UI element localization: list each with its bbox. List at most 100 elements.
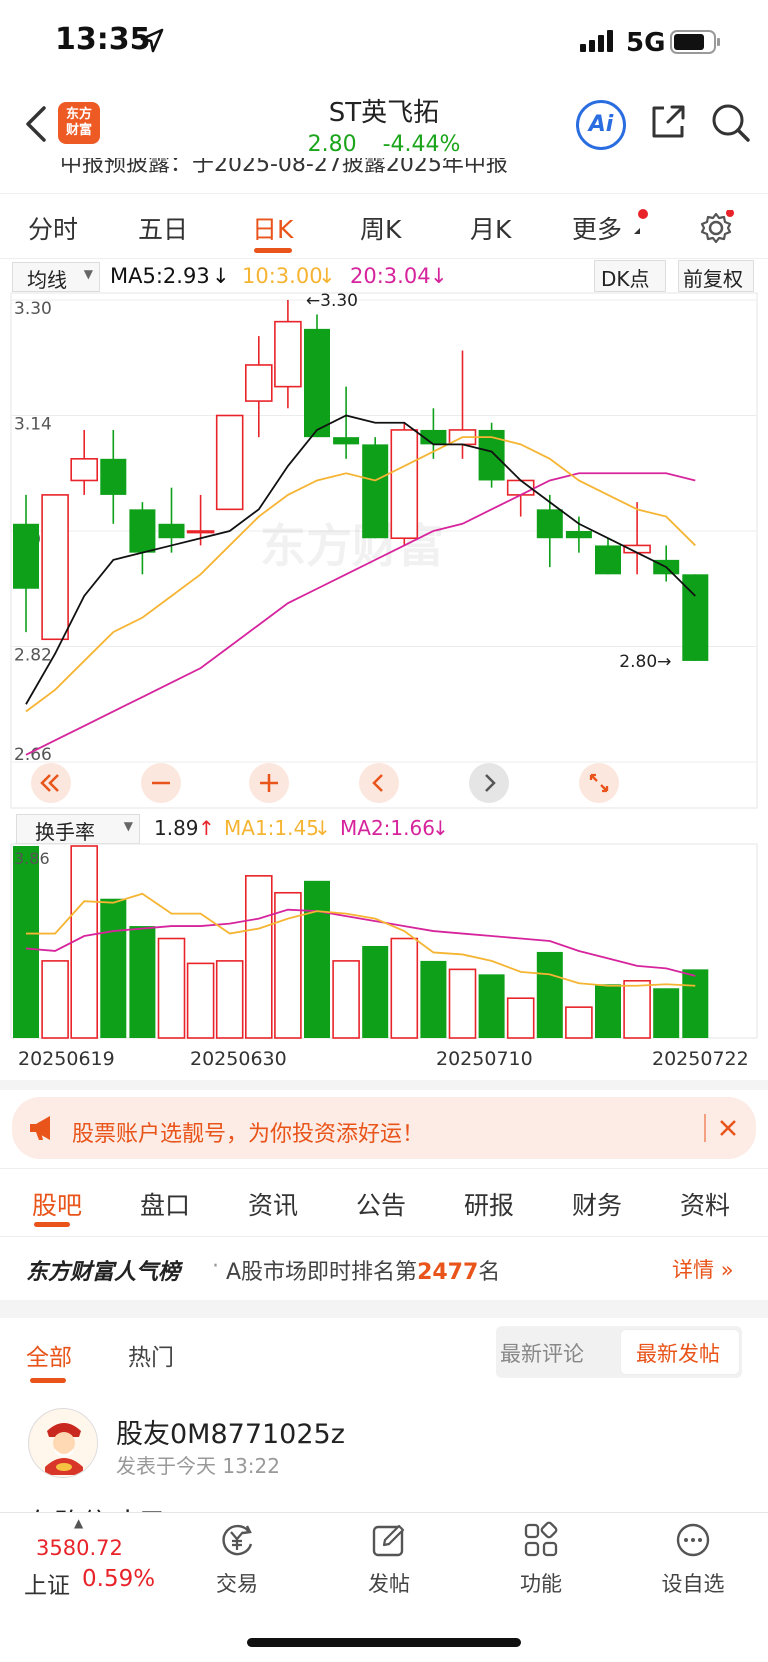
turnover-bar [682, 969, 709, 1038]
sort-latest-post[interactable]: 最新发帖 [636, 1338, 720, 1368]
candle-body [158, 523, 185, 539]
index-name[interactable]: 上证 [24, 1566, 70, 1600]
index-expand-icon[interactable]: ▲ [74, 1516, 83, 1530]
chart-next-icon[interactable] [468, 762, 510, 804]
rank-detail-link[interactable]: 详情 » [672, 1254, 734, 1284]
kline-chart[interactable]: 3.303.142.982.822.66东方财富←3.302.80→ [0, 292, 768, 812]
candle-body [536, 509, 563, 539]
tab-announcement[interactable]: 公告 [356, 1186, 406, 1222]
chart-prev-icon[interactable] [358, 762, 400, 804]
network-type: 5G [626, 28, 666, 58]
tab-guba[interactable]: 股吧 [32, 1186, 82, 1222]
turnover-ma1: MA1:1.45 [224, 816, 319, 840]
turnover-bar [13, 846, 39, 1038]
tab-news[interactable]: 资讯 [248, 1186, 298, 1222]
share-icon[interactable] [648, 102, 688, 142]
turnover-selector[interactable]: 换手率 ▼ [16, 814, 140, 844]
index-value[interactable]: 3580.72 [36, 1536, 123, 1560]
tab-weekly-k[interactable]: 周K [360, 210, 401, 246]
ma-selector[interactable]: 均线 ▼ [12, 262, 100, 292]
rank-suffix: 名 [478, 1260, 501, 1285]
tab-fenshi[interactable]: 分时 [28, 210, 78, 246]
ma10-down-arrow-icon: ↓ [318, 264, 336, 288]
turnover-ma1-line [26, 892, 696, 987]
stock-change: -4.44% [382, 132, 461, 157]
dk-point-button[interactable]: DK点 [594, 260, 666, 292]
tab-all-posts[interactable]: 全部 [26, 1338, 72, 1372]
nav-trade[interactable]: 交易 [192, 1520, 282, 1598]
grid-icon [524, 1521, 558, 1557]
y-tick-label: 2.82 [14, 646, 52, 666]
compose-icon [372, 1524, 405, 1557]
rank-detail-label: 详情 [672, 1258, 714, 1282]
ma5-down-arrow-icon: ↓ [212, 264, 230, 288]
turnover-bar [70, 845, 98, 1039]
notice-strip[interactable]: 中报预披露：于2025-08-27披露2025年中报 [0, 158, 768, 194]
turnover-bar [420, 960, 447, 1038]
candle-body [362, 444, 389, 539]
tab-profile[interactable]: 资料 [680, 1186, 730, 1222]
turnover-bar [623, 979, 651, 1039]
date-label: 20250619 [18, 1048, 115, 1070]
tab-pankou[interactable]: 盘口 [140, 1186, 190, 1222]
nav-functions-label: 功能 [520, 1572, 562, 1596]
divider [0, 258, 768, 259]
divider [0, 1080, 768, 1090]
turnover-bar [595, 984, 621, 1038]
turnover-chart[interactable]: 3.86 [0, 842, 768, 1042]
double-chevron-icon: » [720, 1258, 734, 1282]
tab-research[interactable]: 研报 [464, 1186, 514, 1222]
nav-post[interactable]: 发帖 [344, 1520, 434, 1598]
last-price-label: 2.80→ [619, 652, 671, 672]
adjust-button[interactable]: 前复权 [678, 260, 754, 292]
nav-watchlist[interactable]: 设自选 [648, 1520, 738, 1598]
turnover-bar [41, 960, 69, 1039]
tab-more[interactable]: 更多 [572, 210, 622, 246]
date-label: 20250710 [436, 1048, 533, 1070]
chart-rewind-icon[interactable] [30, 762, 72, 804]
adjust-label: 前复权 [683, 267, 743, 291]
zoom-in-icon[interactable] [248, 762, 290, 804]
turnover-value: 1.89 [154, 816, 199, 840]
fullscreen-icon[interactable] [578, 762, 620, 804]
ad-divider [704, 1114, 706, 1142]
notice-text: 中报预披露：于2025-08-27披露2025年中报 [60, 158, 508, 177]
signal-icon [580, 30, 613, 52]
tab-finance[interactable]: 财务 [572, 1186, 622, 1222]
nav-trade-label: 交易 [216, 1572, 258, 1596]
post-username[interactable]: 股友0M8771025z [116, 1412, 345, 1451]
candle-body [13, 523, 39, 589]
turnover-bar [245, 875, 273, 1039]
nav-watchlist-label: 设自选 [661, 1572, 725, 1596]
battery-icon [670, 30, 720, 54]
tab-daily-k[interactable]: 日K [252, 210, 293, 246]
ad-text: 股票账户选靓号，为你投资添好运！ [72, 1122, 425, 1147]
turnover-y-tick: 3.86 [14, 849, 50, 868]
nav-functions[interactable]: 功能 [496, 1520, 586, 1598]
tab-wuri[interactable]: 五日 [138, 210, 188, 246]
turnover-ma2-line [25, 908, 696, 977]
turnover-bar [506, 997, 535, 1039]
turnover-selector-label: 换手率 [35, 820, 95, 844]
ai-button[interactable]: Ai [576, 100, 626, 150]
sort-latest-comment[interactable]: 最新评论 [500, 1338, 584, 1368]
turnover-bar [100, 898, 127, 1038]
ma10-value: 10:3.00 [242, 264, 323, 288]
status-time: 13:35 [55, 22, 151, 57]
turnover-up-arrow-icon: ↑ [198, 816, 215, 840]
tab-hot-posts[interactable]: 热门 [128, 1338, 174, 1372]
divider [0, 1300, 768, 1318]
settings-gear-icon[interactable] [698, 210, 734, 246]
tab-monthly-k[interactable]: 月K [470, 210, 511, 246]
active-tab-underline [254, 248, 292, 253]
caishen-avatar-icon [30, 1410, 97, 1477]
search-icon[interactable] [710, 102, 752, 144]
close-icon[interactable] [718, 1118, 738, 1138]
avatar[interactable] [28, 1408, 98, 1478]
turnover-bar [304, 880, 330, 1038]
candle-body [390, 429, 419, 540]
index-change[interactable]: 0.59% [82, 1566, 155, 1592]
turnover-bar [129, 926, 156, 1038]
turnover-bar [186, 962, 215, 1039]
zoom-out-icon[interactable] [140, 762, 182, 804]
